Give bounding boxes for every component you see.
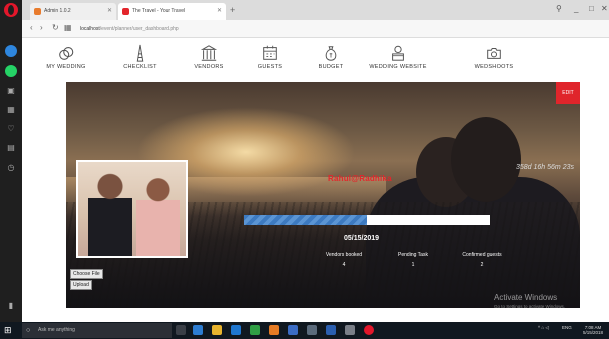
- nav-my-wedding[interactable]: MY WEDDING: [31, 44, 101, 70]
- language-indicator[interactable]: ENG: [562, 325, 572, 330]
- couple-head: [451, 117, 521, 202]
- search-icon: ○: [26, 327, 31, 334]
- nav-vendors[interactable]: VENDORS: [174, 44, 244, 70]
- stat-pending-task: Pending Task 1: [398, 252, 428, 268]
- nav-wedshoots[interactable]: WEDSHOOTS: [459, 44, 529, 70]
- forward-icon[interactable]: ›: [40, 23, 43, 32]
- stat-vendors-booked: Vendors booked 4: [325, 252, 363, 268]
- sidebar-toggle-icon[interactable]: ▮: [5, 300, 17, 312]
- app-icon[interactable]: [345, 325, 355, 335]
- new-tab-icon[interactable]: +: [230, 5, 235, 15]
- site-navigation: MY WEDDING CHECKLIST VENDORS GUESTS BUDG…: [22, 38, 609, 80]
- app-icon[interactable]: [269, 325, 279, 335]
- word-icon[interactable]: [288, 325, 298, 335]
- stat-confirmed-guests: Confirmed guests 2: [462, 252, 502, 268]
- tab-bar: Admin 1.0.2 ✕ The Travel - Your Travel ✕…: [22, 0, 609, 20]
- favicon-icon: [122, 8, 129, 15]
- couple-photo[interactable]: [76, 160, 188, 258]
- browser-sidebar: ▣ ▦ ♡ ▤ ◷ ▮: [0, 0, 22, 339]
- speed-dial-grid-icon[interactable]: ▦: [64, 23, 72, 32]
- maximize-icon[interactable]: □: [589, 4, 594, 13]
- calendar-icon: [263, 45, 277, 60]
- money-bag-icon: [325, 46, 337, 61]
- app-icon[interactable]: [326, 325, 336, 335]
- ring-box-icon: [392, 45, 404, 61]
- address-bar: ‹ › ↻ ▦ localhost/event/planner/user_das…: [22, 20, 609, 38]
- tower-icon: [136, 44, 144, 62]
- opera-taskbar-icon[interactable]: [364, 325, 374, 335]
- edit-button[interactable]: EDIT: [556, 82, 580, 104]
- camera-icon: [487, 48, 501, 59]
- excel-icon[interactable]: [250, 325, 260, 335]
- countdown-timer: 358d 16h 56m 23s: [516, 164, 574, 171]
- rings-icon: [59, 47, 74, 60]
- groom-figure: [88, 172, 132, 256]
- progress-fill: [244, 215, 367, 225]
- tab-travel[interactable]: The Travel - Your Travel ✕: [118, 3, 226, 20]
- activate-windows-title: Activate Windows: [494, 293, 558, 302]
- task-view-icon[interactable]: [176, 325, 186, 335]
- wedding-progress-bar: [244, 215, 490, 225]
- minimize-icon[interactable]: _: [574, 4, 578, 13]
- windows-taskbar: ⊞ ○ Ask me anything ^ ⌂ ◁ ENG 7:08 AM 5/…: [0, 322, 609, 339]
- snapshot-icon[interactable]: ▣: [5, 85, 17, 97]
- wedding-hero-banner: EDIT Choose File Upload Rahul@Radhika 35…: [66, 82, 580, 308]
- system-tray-icons[interactable]: ^ ⌂ ◁: [538, 325, 549, 330]
- menu-icon[interactable]: ⚲: [556, 4, 562, 13]
- building-icon: [200, 45, 218, 61]
- choose-file-button[interactable]: Choose File: [70, 269, 103, 279]
- file-explorer-icon[interactable]: [212, 325, 222, 335]
- reload-icon[interactable]: ↻: [52, 23, 59, 32]
- close-tab-icon[interactable]: ✕: [107, 3, 112, 20]
- nav-budget[interactable]: BUDGET: [296, 44, 366, 70]
- edge-icon[interactable]: [193, 325, 203, 335]
- nav-wedding-website[interactable]: WEDDING WEBSITE: [363, 44, 433, 70]
- nav-checklist[interactable]: CHECKLIST: [105, 44, 175, 70]
- news-icon[interactable]: ▤: [5, 142, 17, 154]
- history-icon[interactable]: ◷: [5, 162, 17, 174]
- app-icon[interactable]: [307, 325, 317, 335]
- tab-admin[interactable]: Admin 1.0.2 ✕: [30, 3, 116, 20]
- wedding-date: 05/15/2019: [344, 235, 380, 242]
- speed-dial-icon[interactable]: ▦: [5, 104, 17, 116]
- windows-start-icon[interactable]: ⊞: [4, 324, 16, 336]
- back-icon[interactable]: ‹: [30, 23, 33, 32]
- activate-windows-subtitle: Go to Settings to activate Windows.: [494, 304, 566, 309]
- close-window-icon[interactable]: ✕: [601, 4, 608, 13]
- whatsapp-icon[interactable]: [5, 65, 17, 77]
- bookmarks-heart-icon[interactable]: ♡: [5, 123, 17, 135]
- upload-button[interactable]: Upload: [70, 280, 92, 290]
- opera-logo-icon[interactable]: [4, 3, 18, 17]
- taskbar-search[interactable]: ○ Ask me anything: [22, 323, 172, 338]
- url-field[interactable]: localhost/event/planner/user_dashboard.p…: [80, 24, 300, 34]
- bride-figure: [136, 176, 180, 256]
- couple-name: Rahul@Radhika: [328, 174, 392, 183]
- messenger-icon[interactable]: [5, 45, 17, 57]
- clock[interactable]: 7:08 AM 5/15/2018: [580, 325, 606, 335]
- close-tab-icon[interactable]: ✕: [217, 3, 222, 20]
- nav-guests[interactable]: GUESTS: [235, 44, 305, 70]
- store-icon[interactable]: [231, 325, 241, 335]
- favicon-icon: [34, 8, 41, 15]
